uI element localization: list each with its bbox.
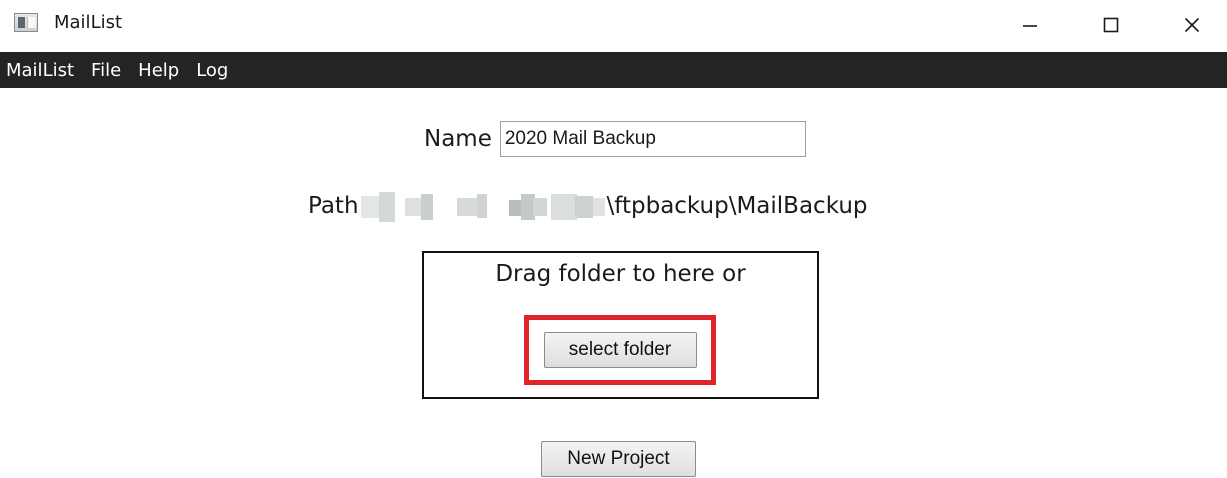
name-input[interactable] — [499, 121, 806, 157]
drop-zone-text: Drag folder to here or — [495, 261, 746, 287]
close-icon — [1184, 17, 1200, 33]
path-row: Path \ftpbackup\MailBackup — [308, 186, 868, 226]
main-window: MailList MailList File Help Log Name 202… — [0, 0, 1227, 478]
path-redacted — [360, 188, 607, 224]
path-value: \ftpbackup\MailBackup — [606, 193, 868, 219]
menu-item-maillist[interactable]: MailList — [6, 60, 74, 81]
name-row: Name — [424, 120, 806, 158]
folder-drop-zone[interactable]: Drag folder to here or select folder — [422, 251, 819, 399]
select-folder-button[interactable]: select folder — [543, 332, 697, 368]
minimize-icon — [1023, 25, 1037, 27]
menu-item-help[interactable]: Help — [138, 60, 179, 81]
name-label: Name — [424, 126, 492, 152]
window-title: MailList — [54, 12, 123, 33]
menu-bar: MailList File Help Log — [0, 52, 1227, 88]
menu-item-log[interactable]: Log — [196, 60, 228, 81]
path-label: Path — [308, 193, 359, 219]
menu-item-file[interactable]: File — [91, 60, 121, 81]
maximize-button[interactable] — [1076, 0, 1146, 50]
maximize-icon — [1103, 17, 1119, 33]
select-folder-highlight: select folder — [524, 315, 716, 385]
app-window-icon — [14, 13, 38, 32]
new-project-button[interactable]: New Project — [541, 441, 696, 477]
minimize-button[interactable] — [995, 0, 1065, 50]
title-bar[interactable]: MailList — [0, 0, 1227, 52]
close-button[interactable] — [1157, 0, 1227, 50]
